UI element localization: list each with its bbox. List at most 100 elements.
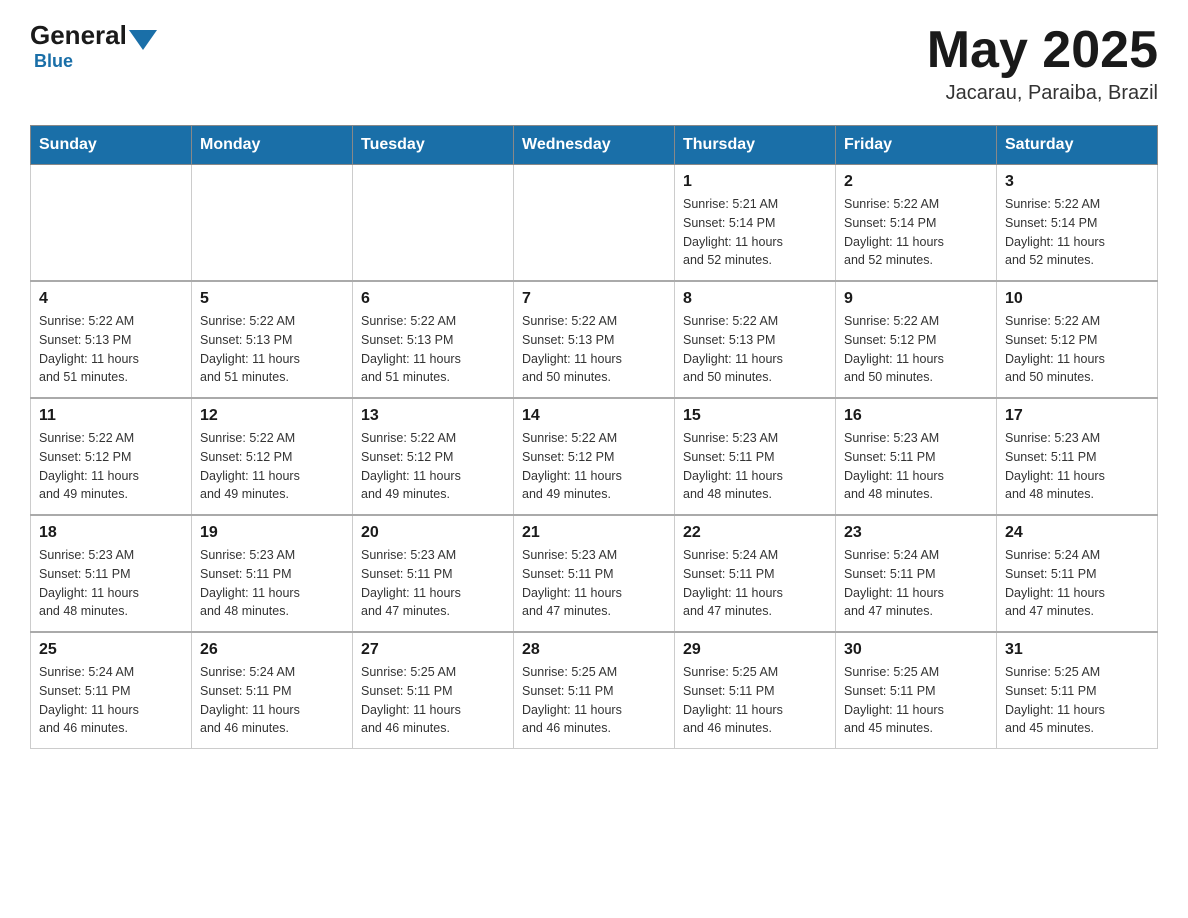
calendar-cell: 2Sunrise: 5:22 AMSunset: 5:14 PMDaylight… bbox=[836, 165, 997, 282]
day-info: Sunrise: 5:23 AMSunset: 5:11 PMDaylight:… bbox=[844, 429, 988, 504]
day-info: Sunrise: 5:23 AMSunset: 5:11 PMDaylight:… bbox=[683, 429, 827, 504]
calendar-cell: 18 Sunrise: 5:23 AMSunset: 5:11 PMDayligh… bbox=[31, 515, 192, 632]
day-info: Sunrise: 5:24 AMSunset: 5:11 PMDaylight:… bbox=[200, 663, 344, 738]
calendar-cell: 4Sunrise: 5:22 AMSunset: 5:13 PMDaylight… bbox=[31, 281, 192, 398]
day-number: 11 bbox=[39, 407, 183, 425]
day-info: Sunrise: 5:22 AMSunset: 5:13 PMDaylight:… bbox=[200, 312, 344, 387]
calendar-cell: 21Sunrise: 5:23 AMSunset: 5:11 PMDayligh… bbox=[514, 515, 675, 632]
day-info: Sunrise: 5:22 AMSunset: 5:13 PMDaylight:… bbox=[683, 312, 827, 387]
day-number: 29 bbox=[683, 641, 827, 659]
day-number: 23 bbox=[844, 524, 988, 542]
title-block: May 2025 Jacarau, Paraiba, Brazil bbox=[927, 20, 1158, 105]
calendar-cell: 30 Sunrise: 5:25 AMSunset: 5:11 PMDayligh… bbox=[836, 632, 997, 749]
calendar-row-0: 1Sunrise: 5:21 AMSunset: 5:14 PMDaylight… bbox=[31, 165, 1158, 282]
day-number: 15 bbox=[683, 407, 827, 425]
day-number: 5 bbox=[200, 290, 344, 308]
day-info: Sunrise: 5:22 AMSunset: 5:12 PMDaylight:… bbox=[39, 429, 183, 504]
logo: General Blue bbox=[30, 20, 159, 72]
day-info: Sunrise: 5:25 AMSunset: 5:11 PMDaylight:… bbox=[1005, 663, 1149, 738]
day-number: 30 bbox=[844, 641, 988, 659]
day-info: Sunrise: 5:23 AMSunset: 5:11 PMDaylight:… bbox=[522, 546, 666, 621]
day-number: 28 bbox=[522, 641, 666, 659]
calendar-table: SundayMondayTuesdayWednesdayThursdayFrid… bbox=[30, 125, 1158, 749]
day-info: Sunrise: 5:25 AMSunset: 5:11 PMDaylight:… bbox=[844, 663, 988, 738]
day-number: 6 bbox=[361, 290, 505, 308]
calendar-cell: 28 Sunrise: 5:25 AMSunset: 5:11 PMDayligh… bbox=[514, 632, 675, 749]
day-number: 12 bbox=[200, 407, 344, 425]
calendar-cell bbox=[514, 165, 675, 282]
calendar-cell: 22Sunrise: 5:24 AMSunset: 5:11 PMDayligh… bbox=[675, 515, 836, 632]
day-info: Sunrise: 5:23 AMSunset: 5:11 PMDaylight:… bbox=[361, 546, 505, 621]
day-number: 16 bbox=[844, 407, 988, 425]
calendar-cell: 8 Sunrise: 5:22 AMSunset: 5:13 PMDaylight… bbox=[675, 281, 836, 398]
day-number: 31 bbox=[1005, 641, 1149, 659]
col-header-wednesday: Wednesday bbox=[514, 126, 675, 165]
day-number: 8 bbox=[683, 290, 827, 308]
day-info: Sunrise: 5:22 AMSunset: 5:12 PMDaylight:… bbox=[200, 429, 344, 504]
day-info: Sunrise: 5:23 AMSunset: 5:11 PMDaylight:… bbox=[200, 546, 344, 621]
calendar-header-row: SundayMondayTuesdayWednesdayThursdayFrid… bbox=[31, 126, 1158, 165]
col-header-monday: Monday bbox=[192, 126, 353, 165]
day-number: 14 bbox=[522, 407, 666, 425]
calendar-cell: 14 Sunrise: 5:22 AMSunset: 5:12 PMDayligh… bbox=[514, 398, 675, 515]
calendar-cell: 19 Sunrise: 5:23 AMSunset: 5:11 PMDayligh… bbox=[192, 515, 353, 632]
logo-blue-text: Blue bbox=[34, 51, 73, 72]
calendar-cell: 27 Sunrise: 5:25 AMSunset: 5:11 PMDayligh… bbox=[353, 632, 514, 749]
calendar-cell: 23 Sunrise: 5:24 AMSunset: 5:11 PMDayligh… bbox=[836, 515, 997, 632]
calendar-cell: 17Sunrise: 5:23 AMSunset: 5:11 PMDayligh… bbox=[997, 398, 1158, 515]
day-info: Sunrise: 5:25 AMSunset: 5:11 PMDaylight:… bbox=[683, 663, 827, 738]
calendar-cell: 29 Sunrise: 5:25 AMSunset: 5:11 PMDayligh… bbox=[675, 632, 836, 749]
day-number: 26 bbox=[200, 641, 344, 659]
logo-triangle-icon bbox=[129, 30, 157, 50]
day-info: Sunrise: 5:25 AMSunset: 5:11 PMDaylight:… bbox=[522, 663, 666, 738]
day-info: Sunrise: 5:22 AMSunset: 5:12 PMDaylight:… bbox=[1005, 312, 1149, 387]
day-info: Sunrise: 5:22 AMSunset: 5:13 PMDaylight:… bbox=[39, 312, 183, 387]
col-header-sunday: Sunday bbox=[31, 126, 192, 165]
col-header-saturday: Saturday bbox=[997, 126, 1158, 165]
day-info: Sunrise: 5:21 AMSunset: 5:14 PMDaylight:… bbox=[683, 195, 827, 270]
day-number: 17 bbox=[1005, 407, 1149, 425]
calendar-cell: 5 Sunrise: 5:22 AMSunset: 5:13 PMDaylight… bbox=[192, 281, 353, 398]
location-text: Jacarau, Paraiba, Brazil bbox=[927, 82, 1158, 105]
calendar-row-2: 11 Sunrise: 5:22 AMSunset: 5:12 PMDayligh… bbox=[31, 398, 1158, 515]
day-number: 25 bbox=[39, 641, 183, 659]
day-info: Sunrise: 5:22 AMSunset: 5:12 PMDaylight:… bbox=[361, 429, 505, 504]
day-info: Sunrise: 5:24 AMSunset: 5:11 PMDaylight:… bbox=[1005, 546, 1149, 621]
day-info: Sunrise: 5:23 AMSunset: 5:11 PMDaylight:… bbox=[39, 546, 183, 621]
calendar-cell: 15 Sunrise: 5:23 AMSunset: 5:11 PMDayligh… bbox=[675, 398, 836, 515]
col-header-thursday: Thursday bbox=[675, 126, 836, 165]
day-number: 19 bbox=[200, 524, 344, 542]
col-header-friday: Friday bbox=[836, 126, 997, 165]
day-info: Sunrise: 5:22 AMSunset: 5:12 PMDaylight:… bbox=[844, 312, 988, 387]
calendar-row-4: 25 Sunrise: 5:24 AMSunset: 5:11 PMDayligh… bbox=[31, 632, 1158, 749]
calendar-cell: 20Sunrise: 5:23 AMSunset: 5:11 PMDayligh… bbox=[353, 515, 514, 632]
calendar-cell: 16 Sunrise: 5:23 AMSunset: 5:11 PMDayligh… bbox=[836, 398, 997, 515]
calendar-row-3: 18 Sunrise: 5:23 AMSunset: 5:11 PMDayligh… bbox=[31, 515, 1158, 632]
calendar-cell: 10 Sunrise: 5:22 AMSunset: 5:12 PMDayligh… bbox=[997, 281, 1158, 398]
calendar-cell bbox=[31, 165, 192, 282]
calendar-cell: 13 Sunrise: 5:22 AMSunset: 5:12 PMDayligh… bbox=[353, 398, 514, 515]
day-number: 18 bbox=[39, 524, 183, 542]
calendar-cell: 9Sunrise: 5:22 AMSunset: 5:12 PMDaylight… bbox=[836, 281, 997, 398]
calendar-cell: 1Sunrise: 5:21 AMSunset: 5:14 PMDaylight… bbox=[675, 165, 836, 282]
day-number: 27 bbox=[361, 641, 505, 659]
day-info: Sunrise: 5:25 AMSunset: 5:11 PMDaylight:… bbox=[361, 663, 505, 738]
day-number: 7 bbox=[522, 290, 666, 308]
calendar-cell: 7 Sunrise: 5:22 AMSunset: 5:13 PMDaylight… bbox=[514, 281, 675, 398]
day-info: Sunrise: 5:22 AMSunset: 5:12 PMDaylight:… bbox=[522, 429, 666, 504]
day-info: Sunrise: 5:24 AMSunset: 5:11 PMDaylight:… bbox=[683, 546, 827, 621]
day-info: Sunrise: 5:24 AMSunset: 5:11 PMDaylight:… bbox=[844, 546, 988, 621]
day-number: 10 bbox=[1005, 290, 1149, 308]
day-number: 24 bbox=[1005, 524, 1149, 542]
calendar-cell: 3Sunrise: 5:22 AMSunset: 5:14 PMDaylight… bbox=[997, 165, 1158, 282]
logo-general-text: General bbox=[30, 20, 127, 51]
calendar-cell bbox=[353, 165, 514, 282]
day-info: Sunrise: 5:22 AMSunset: 5:13 PMDaylight:… bbox=[522, 312, 666, 387]
calendar-cell: 25 Sunrise: 5:24 AMSunset: 5:11 PMDayligh… bbox=[31, 632, 192, 749]
calendar-cell: 11 Sunrise: 5:22 AMSunset: 5:12 PMDayligh… bbox=[31, 398, 192, 515]
calendar-cell: 6 Sunrise: 5:22 AMSunset: 5:13 PMDaylight… bbox=[353, 281, 514, 398]
col-header-tuesday: Tuesday bbox=[353, 126, 514, 165]
day-number: 13 bbox=[361, 407, 505, 425]
day-info: Sunrise: 5:24 AMSunset: 5:11 PMDaylight:… bbox=[39, 663, 183, 738]
day-info: Sunrise: 5:22 AMSunset: 5:13 PMDaylight:… bbox=[361, 312, 505, 387]
